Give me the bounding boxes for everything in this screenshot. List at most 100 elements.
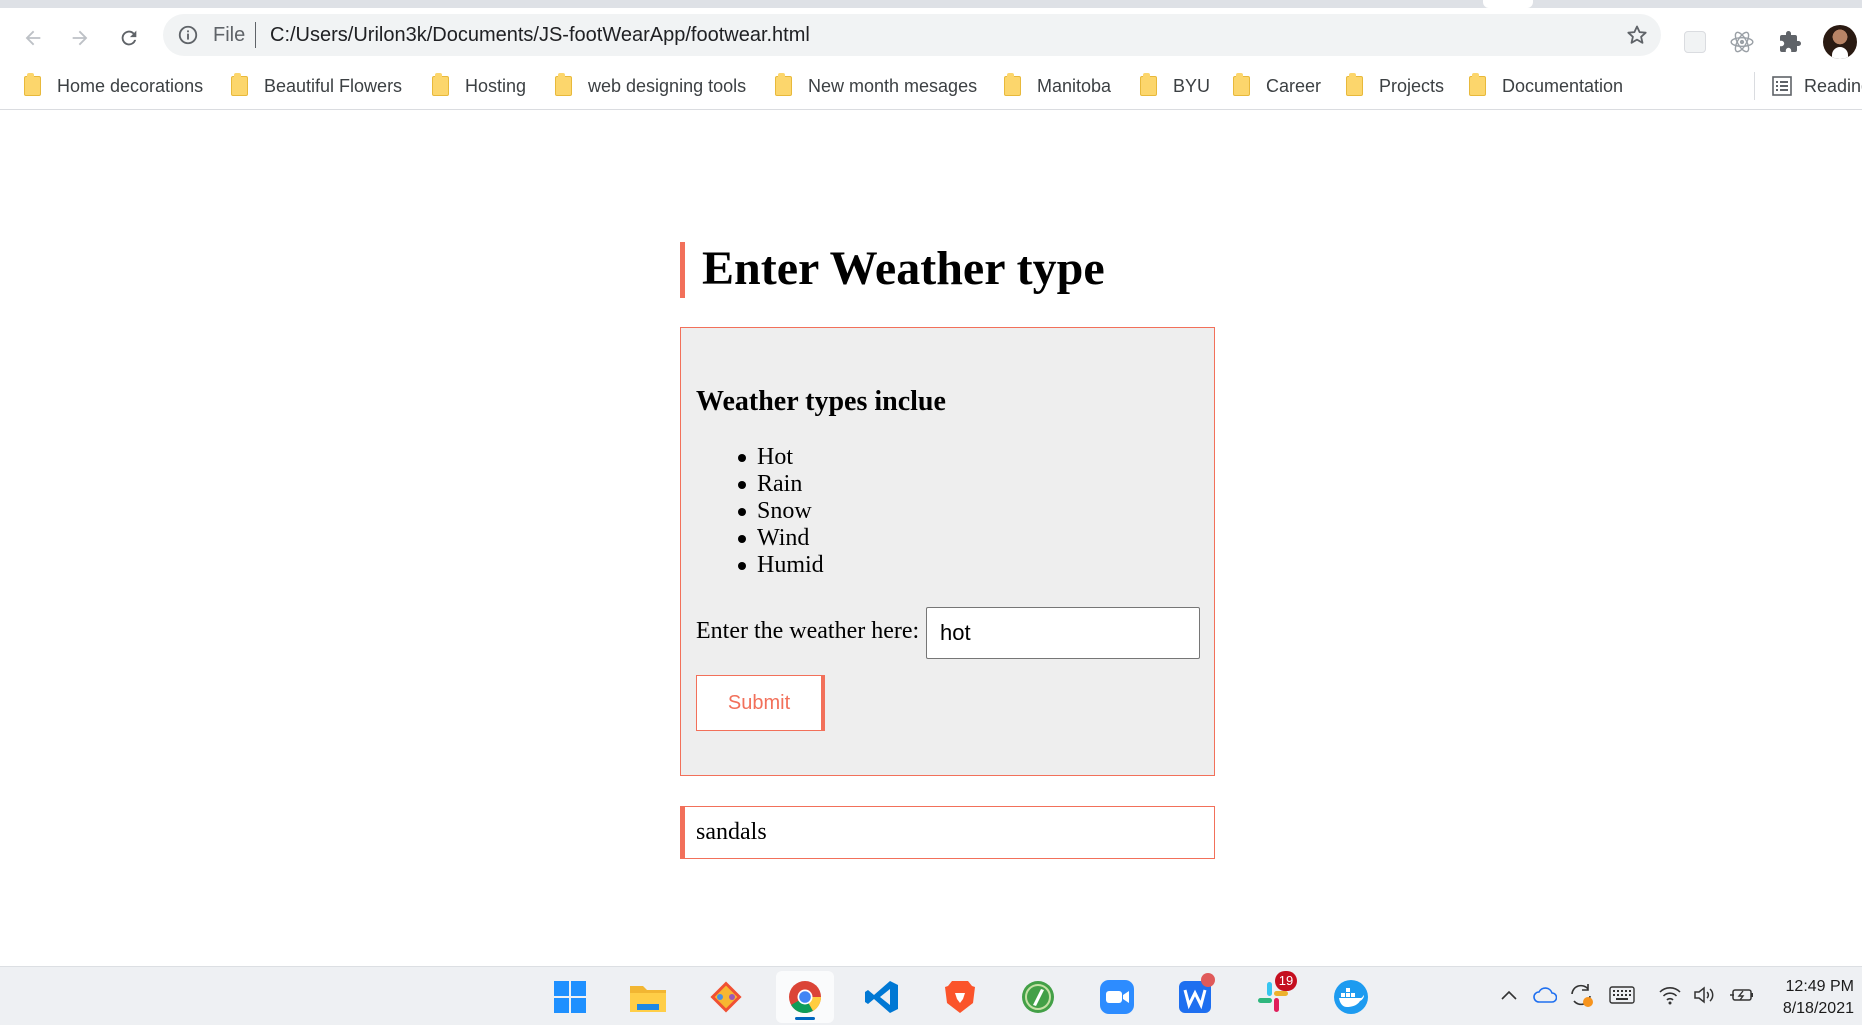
extensions-button[interactable] xyxy=(1777,29,1803,55)
bookmark-star-icon[interactable] xyxy=(1625,23,1649,47)
file-explorer-icon[interactable] xyxy=(628,977,668,1017)
zoom-icon[interactable] xyxy=(1097,977,1137,1017)
cloud-icon xyxy=(1533,987,1557,1003)
git-icon[interactable] xyxy=(706,977,746,1017)
puzzle-icon xyxy=(1780,31,1801,52)
bookmark-label: Home decorations xyxy=(57,75,204,96)
folder-app-icon xyxy=(630,986,666,1012)
wifi-tray[interactable] xyxy=(1656,981,1684,1009)
windows-taskbar: 19 12:49 PM 8/18/2021 xyxy=(0,966,1862,1025)
taskbar-clock[interactable]: 12:49 PM 8/18/2021 xyxy=(1770,976,1854,1020)
bookmark-documentation[interactable]: Documentation xyxy=(1469,73,1623,99)
vscode-icon[interactable] xyxy=(862,977,902,1017)
windows-logo-icon xyxy=(554,981,586,1013)
bookmark-label: Projects xyxy=(1379,75,1445,96)
green-app-icon[interactable] xyxy=(1018,977,1058,1017)
sync-tray[interactable] xyxy=(1567,981,1595,1009)
battery-charging-icon xyxy=(1730,989,1753,1001)
weather-form-panel: Weather types inclue Hot Rain Snow Wind … xyxy=(680,327,1215,776)
reading-list-label: Reading list xyxy=(1804,75,1862,96)
folder-icon xyxy=(775,73,792,96)
folder-icon xyxy=(1346,73,1363,96)
extension-placeholder-icon[interactable] xyxy=(1682,29,1708,55)
show-hidden-icons-button[interactable] xyxy=(1495,981,1523,1009)
active-tab-edge[interactable] xyxy=(1483,0,1533,8)
url-scheme: File xyxy=(213,24,246,46)
weather-types-list: Hot Rain Snow Wind Humid xyxy=(738,444,824,579)
wifi-icon xyxy=(1659,987,1681,1005)
chrome-icon[interactable] xyxy=(785,977,825,1017)
reload-button[interactable] xyxy=(111,20,147,56)
bookmark-label: web designing tools xyxy=(588,75,747,96)
bookmark-manitoba[interactable]: Manitoba xyxy=(1004,73,1111,99)
forward-button[interactable] xyxy=(62,20,98,56)
tab-strip-edge xyxy=(0,0,1862,8)
bookmarks-bar: Home decorations Beautiful Flowers Hosti… xyxy=(0,62,1862,110)
reading-list-button[interactable]: Reading list xyxy=(1772,73,1862,99)
browser-toolbar: File C:/Users/Urilon3k/Documents/JS-foot… xyxy=(0,8,1862,62)
page-content: Enter Weather type Weather types inclue … xyxy=(0,111,1862,966)
bookmarks-divider xyxy=(1754,72,1755,100)
docker-icon[interactable] xyxy=(1331,977,1371,1017)
battery-tray[interactable] xyxy=(1728,981,1756,1009)
back-button[interactable] xyxy=(15,20,51,56)
profile-avatar[interactable] xyxy=(1823,25,1857,59)
forward-arrow-icon xyxy=(72,30,88,46)
onedrive-tray[interactable] xyxy=(1531,981,1559,1009)
reading-list-icon xyxy=(1772,76,1792,96)
docker-whale-icon xyxy=(1334,980,1368,1014)
weather-types-heading: Weather types inclue xyxy=(696,386,946,417)
reload-icon xyxy=(121,30,137,46)
sync-icon xyxy=(1571,984,1593,1007)
list-item: Hot xyxy=(738,444,824,471)
folder-icon xyxy=(1469,73,1486,96)
bookmark-byu[interactable]: BYU xyxy=(1140,73,1210,99)
bookmark-web-designing-tools[interactable]: web designing tools xyxy=(555,73,746,99)
git-diamond-icon xyxy=(710,981,742,1013)
list-item: Snow xyxy=(738,498,824,525)
address-bar[interactable]: File C:/Users/Urilon3k/Documents/JS-foot… xyxy=(163,14,1661,56)
url-text[interactable]: C:/Users/Urilon3k/Documents/JS-footWearA… xyxy=(270,24,810,47)
submit-button[interactable]: Submit xyxy=(696,675,825,731)
bookmark-label: New month mesages xyxy=(808,75,978,96)
windows-start-icon[interactable] xyxy=(550,977,590,1017)
folder-icon xyxy=(555,73,572,96)
bookmark-label: Hosting xyxy=(465,75,527,96)
bookmark-home-decorations[interactable]: Home decorations xyxy=(24,73,203,99)
bookmark-label: Beautiful Flowers xyxy=(264,75,403,96)
bookmark-projects[interactable]: Projects xyxy=(1346,73,1444,99)
brave-icon[interactable] xyxy=(940,977,980,1017)
folder-icon xyxy=(1140,73,1157,96)
speaker-icon xyxy=(1694,986,1714,1004)
chevron-up-icon xyxy=(1501,990,1517,1000)
blank-extension-icon xyxy=(1684,31,1706,53)
folder-icon xyxy=(24,73,41,96)
bookmark-label: Manitoba xyxy=(1037,75,1112,96)
bookmark-label: Career xyxy=(1266,75,1322,96)
react-devtools-icon[interactable] xyxy=(1729,29,1755,55)
weather-input-label: Enter the weather here: xyxy=(696,618,920,644)
list-item: Wind xyxy=(738,525,824,552)
page-title: Enter Weather type xyxy=(680,242,1105,298)
site-info-icon[interactable] xyxy=(177,24,199,46)
bookmark-new-month-mesages[interactable]: New month mesages xyxy=(775,73,977,99)
bookmark-hosting[interactable]: Hosting xyxy=(432,73,526,99)
folder-icon xyxy=(231,73,248,96)
bookmark-career[interactable]: Career xyxy=(1233,73,1321,99)
green-circle-app-icon xyxy=(1022,981,1054,1013)
weather-input[interactable] xyxy=(926,607,1200,659)
keyboard-tray[interactable] xyxy=(1608,981,1636,1009)
volume-tray[interactable] xyxy=(1692,981,1720,1009)
brave-lion-icon xyxy=(945,981,975,1013)
slack-icon[interactable]: 19 xyxy=(1253,971,1297,1017)
clock-time: 12:49 PM xyxy=(1785,978,1854,995)
vscode-logo-icon xyxy=(865,981,898,1013)
chrome-logo-icon xyxy=(789,981,822,1014)
wps-office-icon[interactable] xyxy=(1175,973,1215,1017)
bookmark-beautiful-flowers[interactable]: Beautiful Flowers xyxy=(231,73,402,99)
folder-icon xyxy=(1004,73,1021,96)
bookmark-label: BYU xyxy=(1173,75,1211,96)
list-item: Humid xyxy=(738,552,824,578)
folder-icon xyxy=(432,73,449,96)
list-item: Rain xyxy=(738,471,824,498)
